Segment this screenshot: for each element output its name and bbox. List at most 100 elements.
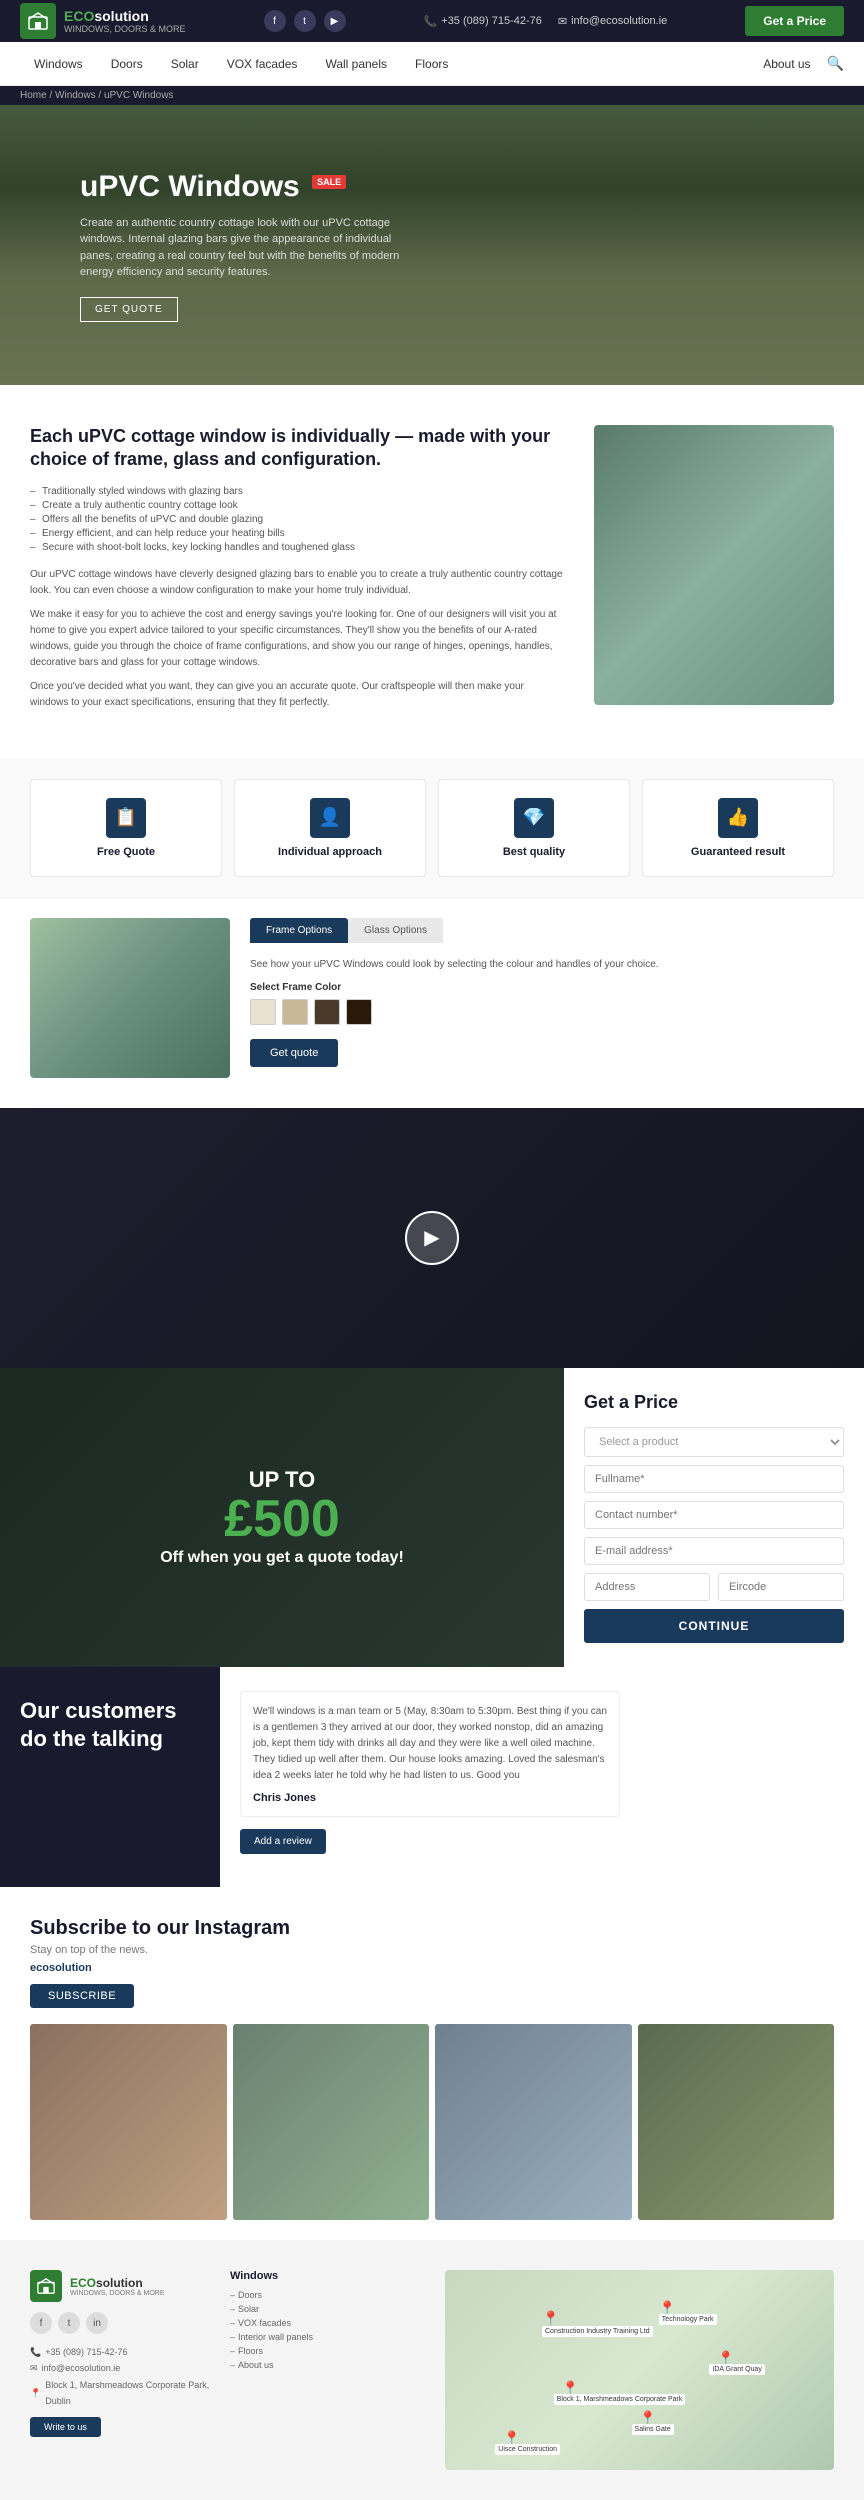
footer-nav-item[interactable]: Doors <box>230 2290 425 2300</box>
eircode-input[interactable] <box>718 1573 844 1601</box>
email-icon: ✉ <box>558 15 567 28</box>
instagram-subtitle: Stay on top of the news. <box>30 1944 834 1956</box>
config-description: See how your uPVC Windows could look by … <box>250 957 834 972</box>
reviewer-name: Chris Jones <box>253 1792 607 1804</box>
feature-item: Create a truly authentic country cottage… <box>30 500 564 511</box>
nav-about[interactable]: About us <box>763 57 810 71</box>
content-para-1: Our uPVC cottage windows have cleverly d… <box>30 567 564 599</box>
footer-map: 📍 Construction Industry Training Ltd 📍 T… <box>445 2270 834 2470</box>
nav-doors[interactable]: Doors <box>97 45 157 83</box>
footer-nav-item[interactable]: VOX facades <box>230 2318 425 2328</box>
tab-frame-options[interactable]: Frame Options <box>250 918 348 943</box>
footer-nav-item[interactable]: Solar <box>230 2304 425 2314</box>
feature-list: Traditionally styled windows with glazin… <box>30 486 564 553</box>
address-input[interactable] <box>584 1573 710 1601</box>
color-label: Select Frame Color <box>250 982 834 993</box>
insta-photo-4 <box>638 2024 835 2221</box>
footer-nav-item[interactable]: About us <box>230 2360 425 2370</box>
facebook-icon[interactable]: f <box>264 10 286 32</box>
footer-email: ✉ info@ecosolution.ie <box>30 2360 210 2376</box>
email-info: ✉ info@ecosolution.ie <box>558 15 667 28</box>
nav-windows[interactable]: Windows <box>20 45 97 83</box>
footer-nav-item[interactable]: Floors <box>230 2346 425 2356</box>
config-image <box>30 918 230 1078</box>
search-icon[interactable]: 🔍 <box>827 55 844 72</box>
color-swatches <box>250 999 834 1025</box>
hero-description: Create an authentic country cottage look… <box>80 215 400 281</box>
footer: ECOsolution WINDOWS, DOORS & MORE f t in… <box>0 2240 864 2500</box>
nav-bar: Windows Doors Solar VOX facades Wall pan… <box>0 42 864 86</box>
twitter-icon[interactable]: t <box>294 10 316 32</box>
map-label-3: IDA Grant Quay <box>709 2364 764 2375</box>
footer-nav: Windows Doors Solar VOX facades Interior… <box>230 2270 425 2470</box>
content-title: Each uPVC cottage window is individually… <box>30 425 564 472</box>
swatch-cream[interactable] <box>282 999 308 1025</box>
continue-button[interactable]: CONTINUE <box>584 1609 844 1643</box>
swatch-white[interactable] <box>250 999 276 1025</box>
feature-item: Traditionally styled windows with glazin… <box>30 486 564 497</box>
breadcrumb-home[interactable]: Home <box>20 90 47 101</box>
free-quote-icon: 📋 <box>106 798 146 838</box>
email-input[interactable] <box>584 1537 844 1565</box>
footer-logo-icon <box>30 2270 62 2302</box>
nav-wall-panels[interactable]: Wall panels <box>311 45 401 83</box>
product-select[interactable]: Select a product <box>584 1427 844 1457</box>
feature-item: Energy efficient, and can help reduce yo… <box>30 528 564 539</box>
contact-input[interactable] <box>584 1501 844 1529</box>
nav-items: Windows Doors Solar VOX facades Wall pan… <box>20 45 462 83</box>
footer-nav-title: Windows <box>230 2270 425 2282</box>
footer-social: f t in <box>30 2312 210 2334</box>
config-panel: Frame Options Glass Options See how your… <box>250 918 834 1078</box>
add-review-button[interactable]: Add a review <box>240 1829 326 1854</box>
sale-badge: SALE <box>312 175 346 189</box>
footer-instagram-icon[interactable]: in <box>86 2312 108 2334</box>
instagram-section: Subscribe to our Instagram Stay on top o… <box>0 1887 864 2241</box>
swatch-brown[interactable] <box>314 999 340 1025</box>
youtube-icon[interactable]: ▶ <box>324 10 346 32</box>
free-quote-label: Free Quote <box>97 846 155 858</box>
map-label-1: Construction Industry Training Ltd <box>542 2326 653 2337</box>
promo-section: UP TO £500 Off when you get a quote toda… <box>0 1368 864 1667</box>
hero-cta-button[interactable]: GET QUOTE <box>80 297 178 322</box>
fullname-input[interactable] <box>584 1465 844 1493</box>
logo-area: ECOsolution WINDOWS, DOORS & MORE <box>20 3 186 39</box>
nav-solar[interactable]: Solar <box>157 45 213 83</box>
play-button[interactable]: ▶ <box>405 1211 459 1265</box>
content-section: Each uPVC cottage window is individually… <box>0 385 864 759</box>
map-label-5: Salins Gate <box>632 2424 674 2435</box>
promo-text: UP TO £500 Off when you get a quote toda… <box>160 1467 404 1567</box>
nav-floors[interactable]: Floors <box>401 45 462 83</box>
phone-icon: 📞 <box>424 15 438 28</box>
promo-right: Get a Price Select a product CONTINUE <box>564 1368 864 1667</box>
content-para-2: We make it easy for you to achieve the c… <box>30 607 564 671</box>
review-card: We'll windows is a man team or 5 (May, 8… <box>240 1691 620 1817</box>
nav-vox[interactable]: VOX facades <box>213 45 312 83</box>
nav-right: About us 🔍 <box>763 55 844 72</box>
footer-phone: 📞 +35 (089) 715-42-76 <box>30 2344 210 2360</box>
video-section: ▶ <box>0 1108 864 1368</box>
get-price-button[interactable]: Get a Price <box>745 6 844 36</box>
content-text: Each uPVC cottage window is individually… <box>30 425 564 719</box>
guaranteed-label: Guaranteed result <box>691 846 785 858</box>
map-pin-1: 📍 <box>542 2310 559 2327</box>
footer-facebook-icon[interactable]: f <box>30 2312 52 2334</box>
quality-icon: 💎 <box>514 798 554 838</box>
footer-nav-item[interactable]: Interior wall panels <box>230 2332 425 2342</box>
tab-glass-options[interactable]: Glass Options <box>348 918 443 943</box>
swatch-dark[interactable] <box>346 999 372 1025</box>
address-row <box>584 1573 844 1601</box>
footer-left: ECOsolution WINDOWS, DOORS & MORE f t in… <box>30 2270 210 2470</box>
breadcrumb-windows[interactable]: Windows <box>55 90 96 101</box>
get-quote-config-button[interactable]: Get quote <box>250 1039 338 1067</box>
footer-twitter-icon[interactable]: t <box>58 2312 80 2334</box>
feature-card-individual: 👤 Individual approach <box>234 779 426 877</box>
write-us-button[interactable]: Write to us <box>30 2417 101 2437</box>
subscribe-button[interactable]: SUBSCRIBE <box>30 1984 134 2008</box>
phone-icon: 📞 <box>30 2344 41 2360</box>
footer-address: 📍 Block 1, Marshmeadows Corporate Park, … <box>30 2377 210 2409</box>
map-label-4: Block 1, Marshmeadows Corporate Park <box>554 2394 686 2405</box>
feature-card-guaranteed: 👍 Guaranteed result <box>642 779 834 877</box>
promo-amount: £500 <box>160 1493 404 1545</box>
promo-form-title: Get a Price <box>584 1392 844 1413</box>
testimonial-title: Our customers do the talking <box>20 1697 200 1754</box>
